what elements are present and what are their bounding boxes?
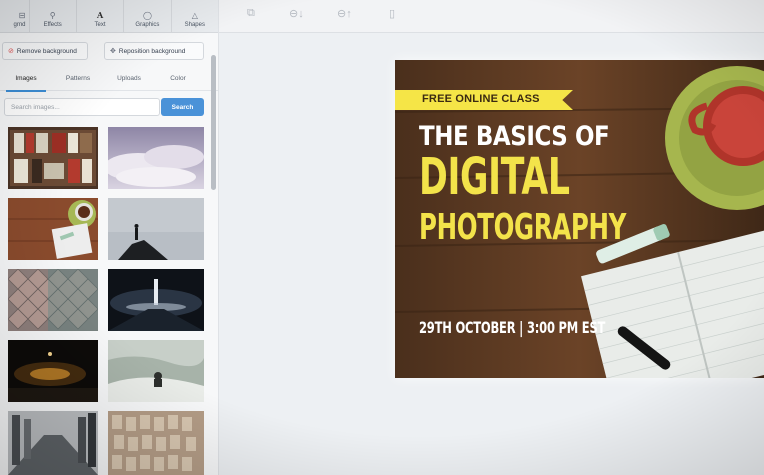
tab-text[interactable]: A Text xyxy=(77,0,125,32)
remove-icon: ⊘ xyxy=(8,48,14,55)
tab-shapes[interactable]: △ Shapes xyxy=(172,0,218,32)
delete-icon[interactable]: ▯ xyxy=(389,7,395,20)
tab-patterns[interactable]: Patterns xyxy=(56,68,100,90)
image-thumbnail[interactable] xyxy=(108,198,204,260)
text-icon: A xyxy=(96,10,104,20)
image-search: Search xyxy=(0,98,218,116)
move-icon: ✥ xyxy=(110,48,116,55)
image-thumbnail[interactable] xyxy=(8,340,98,402)
image-thumbnail[interactable] xyxy=(8,269,98,331)
tab-effects-label: Effects xyxy=(43,22,62,28)
image-thumbnail[interactable] xyxy=(108,340,204,402)
canvas-toolbar: ⧉ ⊖↓ ⊖↑ ▯ xyxy=(219,0,764,33)
reposition-background-button[interactable]: ✥ Reposition background xyxy=(104,42,204,60)
background-panel: ⊟ grnd ⚲ Effects A Text ◯ Graphics △ Sha… xyxy=(0,0,219,475)
image-thumbnail[interactable] xyxy=(108,411,204,475)
shapes-icon: △ xyxy=(191,11,198,20)
tool-tabs: ⊟ grnd ⚲ Effects A Text ◯ Graphics △ Sha… xyxy=(0,0,218,33)
tab-uploads[interactable]: Uploads xyxy=(108,68,150,90)
image-thumbnail[interactable] xyxy=(8,127,98,189)
layer-down-icon[interactable]: ⊖↓ xyxy=(289,7,304,20)
tab-background[interactable]: ⊟ grnd xyxy=(0,0,30,32)
background-icon: ⊟ xyxy=(18,11,26,20)
image-source-tabs: Images Patterns Uploads Color xyxy=(0,68,218,92)
remove-background-button[interactable]: ⊘ Remove background xyxy=(2,42,88,60)
tab-color[interactable]: Color xyxy=(160,68,196,90)
title-line-3[interactable]: PHOTOGRAPHY xyxy=(419,208,626,248)
tab-background-label: grnd xyxy=(13,22,26,28)
wand-icon: ⚲ xyxy=(49,11,56,20)
graphics-icon: ◯ xyxy=(142,11,152,20)
image-thumbnail[interactable] xyxy=(108,127,204,189)
tab-graphics-label: Graphics xyxy=(135,22,160,28)
tab-shapes-label: Shapes xyxy=(184,22,205,28)
editor-screen: ⊟ grnd ⚲ Effects A Text ◯ Graphics △ Sha… xyxy=(0,0,764,475)
tab-effects[interactable]: ⚲ Effects xyxy=(30,0,77,32)
copy-icon[interactable]: ⧉ xyxy=(247,7,255,20)
search-button[interactable]: Search xyxy=(161,98,204,116)
tab-text-label: Text xyxy=(94,22,106,28)
panel-scrollbar[interactable] xyxy=(211,55,216,190)
search-input[interactable] xyxy=(4,98,160,116)
image-thumbnail[interactable] xyxy=(8,198,98,260)
layer-up-icon[interactable]: ⊖↑ xyxy=(337,7,352,20)
tab-graphics[interactable]: ◯ Graphics xyxy=(124,0,172,32)
remove-background-label: Remove background xyxy=(16,47,77,55)
banner-text[interactable]: FREE ONLINE CLASS xyxy=(422,93,540,105)
title-line-2[interactable]: DIGITAL xyxy=(419,150,570,206)
design-canvas[interactable]: FREE ONLINE CLASS THE BASICS OF DIGITAL … xyxy=(395,60,764,378)
image-thumbnail[interactable] xyxy=(108,269,204,331)
image-thumbnail[interactable] xyxy=(8,411,98,475)
reposition-background-label: Reposition background xyxy=(118,47,186,55)
background-actions: ⊘ Remove background ✥ Reposition backgro… xyxy=(0,42,218,60)
tab-images[interactable]: Images xyxy=(6,68,46,92)
event-date-time[interactable]: 29TH OCTOBER | 3:00 PM EST xyxy=(419,318,605,337)
